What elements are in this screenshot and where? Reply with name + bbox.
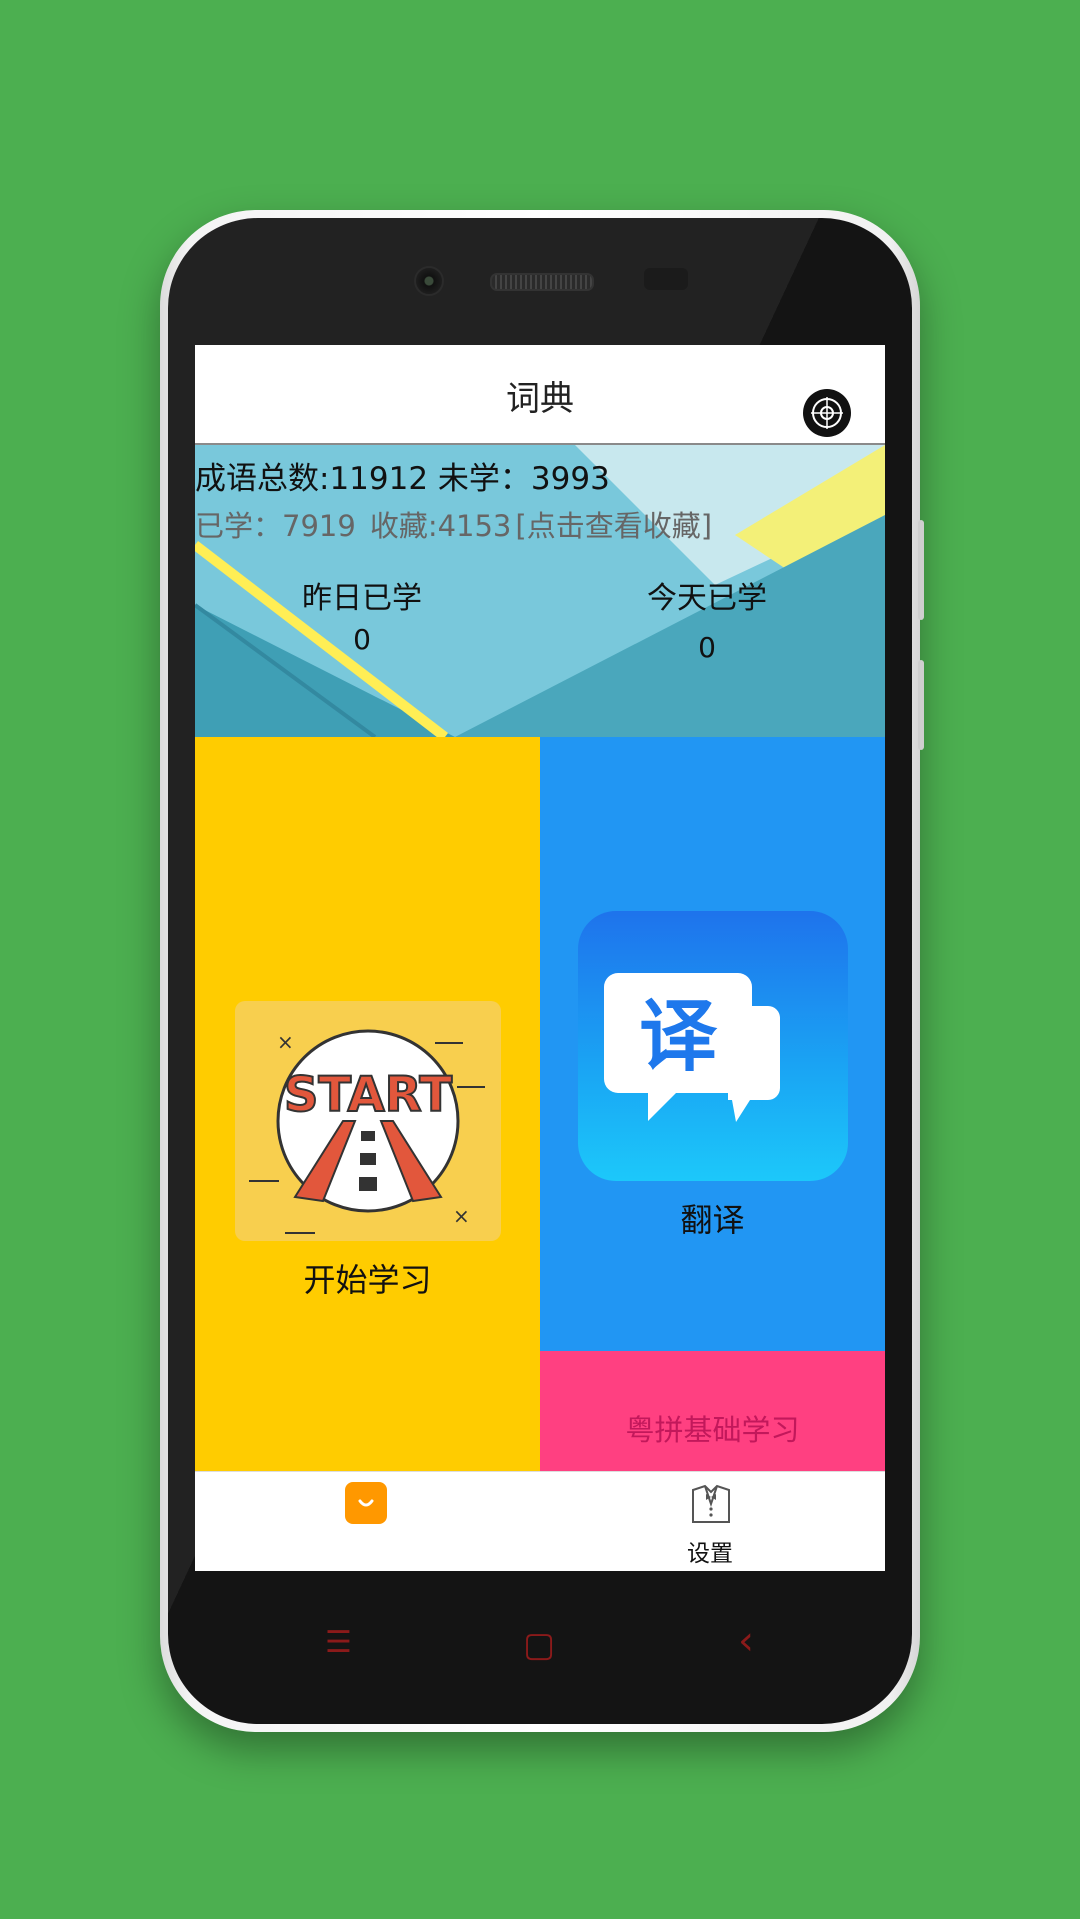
stats-banner: 成语总数:11912 未学：3993 已学：7919 收藏:4153 [点击查看收藏…: [195, 445, 885, 737]
start-icon-text: START: [284, 1067, 453, 1123]
view-favorites-link[interactable]: [点击查看收藏]: [515, 509, 712, 543]
menu-key[interactable]: ☰: [325, 1625, 352, 1660]
tab-settings[interactable]: 设置: [645, 1534, 775, 1568]
favorites-count: 收藏:4153: [369, 509, 512, 543]
translate-label: 翻译: [680, 1201, 745, 1239]
translate-icon: 译: [578, 911, 848, 1181]
yesterday-count: 0: [353, 623, 371, 656]
earpiece-speaker: [490, 273, 594, 291]
yesterday-stat: 昨日已学 0: [262, 573, 462, 656]
learned-count: 已学：7919: [195, 509, 356, 543]
cantonese-basics-label: 粤拼基础学习: [625, 1413, 800, 1447]
stats-progress: 已学：7919 收藏:4153 [点击查看收藏]: [195, 503, 726, 545]
unlearned-count: 未学：3993: [437, 461, 610, 497]
svg-text:×: ×: [277, 1030, 294, 1054]
total-idioms: 成语总数:11912: [195, 461, 429, 497]
today-stat: 今天已学 0: [607, 573, 807, 664]
bottom-tab-bar: 设置: [195, 1471, 885, 1571]
tuxedo-icon[interactable]: [689, 1482, 733, 1526]
start-road-icon: START × ×: [235, 1001, 501, 1241]
back-key[interactable]: ‹: [738, 1618, 754, 1664]
power-button: [918, 660, 924, 750]
cantonese-basics-tile[interactable]: 粤拼基础学习: [540, 1351, 885, 1471]
yesterday-label: 昨日已学: [302, 581, 422, 616]
front-camera: [414, 266, 444, 296]
today-count: 0: [698, 631, 716, 664]
svg-text:×: ×: [453, 1204, 470, 1228]
translate-tile[interactable]: 译 翻译: [540, 737, 885, 1351]
proximity-sensor: [644, 268, 688, 290]
home-key[interactable]: ▢: [523, 1625, 555, 1665]
page-title: 词典: [506, 379, 574, 419]
stats-summary: 成语总数:11912 未学：3993: [195, 453, 610, 498]
today-label: 今天已学: [647, 581, 767, 616]
gear-circle-icon[interactable]: [803, 389, 851, 437]
translate-icon-text: 译: [639, 992, 718, 1082]
start-learning-label: 开始学习: [303, 1261, 432, 1299]
volume-button: [918, 520, 924, 620]
shopping-bag-smile-icon[interactable]: [345, 1482, 387, 1524]
app-screen: 词典 成语总数:11912 未学：3993 已学：7919 收藏:4153 [点…: [195, 345, 885, 1571]
title-bar: 词典: [195, 345, 885, 445]
start-learning-tile[interactable]: START × × 开始学习: [195, 737, 540, 1471]
